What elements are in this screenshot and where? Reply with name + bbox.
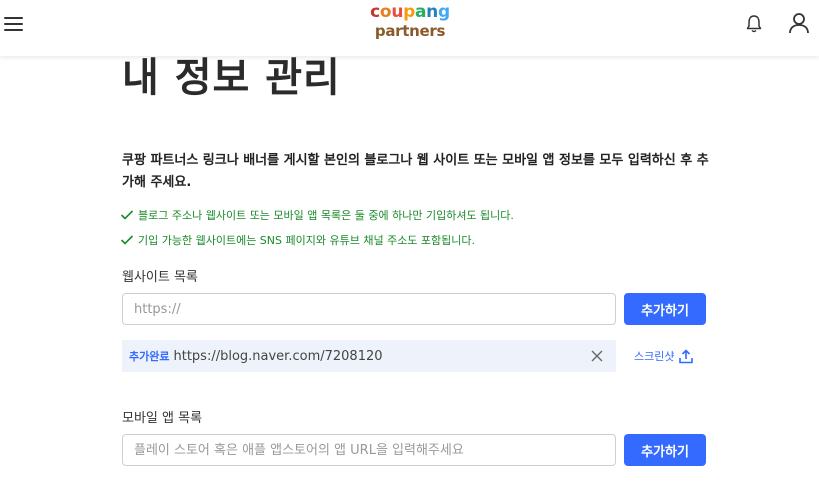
added-website-url: https://blog.naver.com/7208120	[173, 348, 383, 364]
note-text: 기입 가능한 웹사이트에는 SNS 페이지와 유튜브 채널 주소도 포함됩니다.	[138, 234, 476, 247]
note-item: 기입 가능한 웹사이트에는 SNS 페이지와 유튜브 채널 주소도 포함됩니다.	[120, 231, 514, 249]
bell-icon[interactable]	[745, 14, 763, 34]
mobile-section-label: 모바일 앱 목록	[122, 411, 203, 426]
mobile-app-url-input[interactable]	[122, 434, 616, 466]
screenshot-label: 스크린샷	[634, 350, 675, 363]
page-title: 내 정보 관리	[122, 55, 341, 101]
close-icon[interactable]	[591, 350, 603, 362]
hamburger-menu-icon[interactable]	[4, 14, 26, 34]
add-mobile-app-button[interactable]: 추가하기	[624, 434, 706, 466]
screenshot-upload-button[interactable]: 스크린샷	[634, 348, 694, 364]
check-icon	[120, 235, 134, 245]
add-website-button[interactable]: 추가하기	[624, 293, 706, 325]
logo-partners-text: partners	[374, 22, 446, 40]
check-icon	[120, 210, 134, 220]
intro-text: 쿠팡 파트너스 링크나 배너를 게시할 본인의 블로그나 웹 사이트 또는 모바…	[122, 153, 709, 190]
added-website-item: 추가완료 https://blog.naver.com/7208120	[122, 340, 616, 372]
coupang-partners-logo[interactable]: coupang partners	[370, 2, 450, 40]
note-text: 블로그 주소나 웹사이트 또는 모바일 앱 목록은 둘 중에 하나만 기입하셔도…	[138, 209, 514, 222]
added-status-badge: 추가완료	[129, 350, 170, 363]
note-item: 블로그 주소나 웹사이트 또는 모바일 앱 목록은 둘 중에 하나만 기입하셔도…	[120, 206, 514, 224]
user-icon[interactable]	[788, 12, 810, 34]
top-navigation-bar: coupang partners	[0, 0, 819, 56]
website-url-input[interactable]	[122, 293, 616, 325]
upload-icon	[679, 348, 694, 363]
logo-coupang-text: coupang	[370, 2, 450, 22]
website-section-label: 웹사이트 목록	[122, 270, 198, 285]
guidance-notes: 블로그 주소나 웹사이트 또는 모바일 앱 목록은 둘 중에 하나만 기입하셔도…	[120, 206, 514, 256]
